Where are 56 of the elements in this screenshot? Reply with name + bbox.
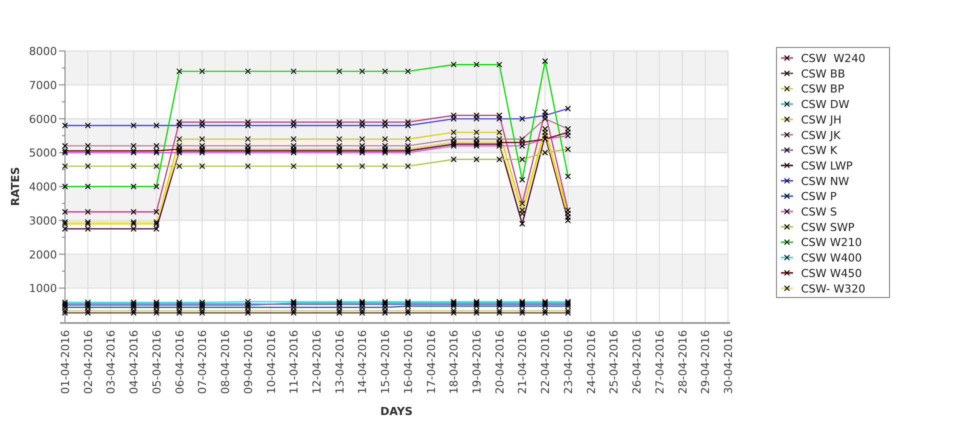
legend-label: CSW S <box>801 206 838 218</box>
x-tick-label: 21-04-2016 <box>516 330 530 394</box>
x-tick-label: 02-04-2016 <box>82 330 95 394</box>
legend-label: CSW LWP <box>801 159 853 172</box>
x-tick-label: 11-04-2016 <box>288 330 301 394</box>
legend-label: CSW NW <box>801 174 850 188</box>
x-tick-label: 09-04-2016 <box>242 330 255 394</box>
x-tick-label: 06-04-2016 <box>173 330 186 394</box>
x-tick-label: 03-04-2016 <box>104 330 118 394</box>
legend-label: CSW W400 <box>801 252 862 265</box>
x-tick-label: 13-04-2016 <box>333 330 346 394</box>
x-axis-title: DAYS <box>380 405 413 418</box>
x-tick-label: 01-04-2016 <box>59 330 72 394</box>
x-tick-label: 28-04-2016 <box>676 330 690 394</box>
x-tick-label: 27-04-2016 <box>653 330 666 394</box>
legend-label: CSW P <box>801 190 837 204</box>
legend-label: CSW JH <box>801 113 842 126</box>
legend-label: CSW- W320 <box>801 282 866 296</box>
y-tick-label: 6000 <box>29 112 57 126</box>
y-tick-label: 3000 <box>29 214 57 228</box>
y-tick-label: 4000 <box>29 180 57 194</box>
x-tick-label: 25-04-2016 <box>608 330 621 394</box>
legend-label: CSW BB <box>801 67 846 80</box>
x-tick-label: 18-04-2016 <box>448 330 461 394</box>
x-tick-label: 12-04-2016 <box>310 330 324 394</box>
x-tick-label: 14-04-2016 <box>356 330 370 394</box>
x-tick-label: 05-04-2016 <box>150 330 164 394</box>
x-tick-label: 26-04-2016 <box>630 330 644 394</box>
y-tick-label: 5000 <box>29 146 57 160</box>
legend-label: CSW W210 <box>801 236 862 250</box>
x-tick-label: 16-04-2016 <box>402 330 415 394</box>
x-tick-label: 24-04-2016 <box>584 330 598 394</box>
x-tick-label: 08-04-2016 <box>219 330 232 394</box>
legend-label: CSW W450 <box>801 266 862 280</box>
x-tick-label: 04-04-2016 <box>128 330 141 394</box>
legend-label: CSW W240 <box>801 52 866 65</box>
x-tick-label: 15-04-2016 <box>379 330 392 394</box>
y-tick-label: 7000 <box>29 78 57 92</box>
x-tick-label: 19-04-2016 <box>470 330 484 394</box>
x-tick-label: 23-04-2016 <box>562 330 575 394</box>
x-tick-label: 17-04-2016 <box>424 330 438 394</box>
legend-label: CSW BP <box>801 82 844 96</box>
legend-label: CSW DW <box>801 98 850 112</box>
y-axis-title: RATES <box>9 166 22 206</box>
legend-label: CSW K <box>801 144 838 158</box>
x-tick-label: 30-04-2016 <box>722 330 735 394</box>
x-tick-label: 29-04-2016 <box>699 330 712 394</box>
y-tick-label: 8000 <box>29 45 57 58</box>
y-tick-label: 1000 <box>29 282 57 296</box>
legend-label: CSW JK <box>801 128 840 142</box>
x-tick-label: 10-04-2016 <box>264 330 278 394</box>
x-tick-label: 22-04-2016 <box>539 330 552 394</box>
y-tick-label: 2000 <box>29 248 57 262</box>
x-tick-label: 07-04-2016 <box>196 330 210 394</box>
legend-label: CSW SWP <box>801 220 855 234</box>
x-tick-label: 20-04-2016 <box>493 330 506 394</box>
